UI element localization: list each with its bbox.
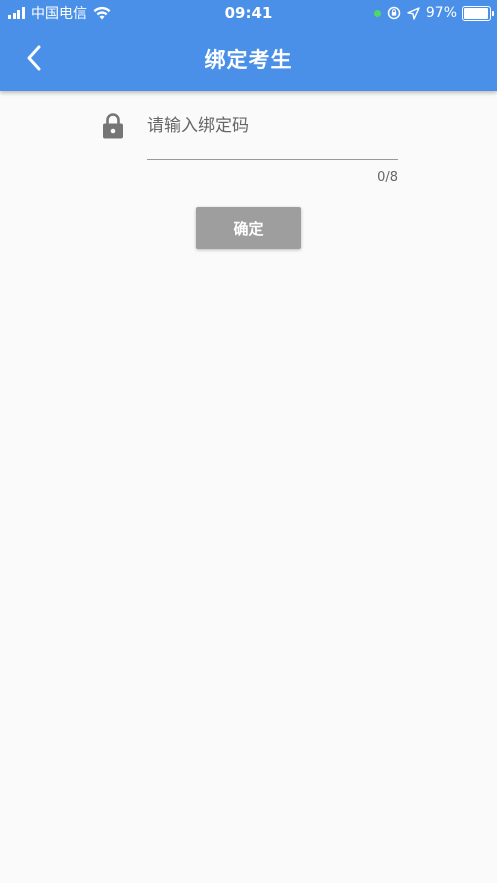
character-counter: 0/8 [377, 170, 398, 185]
battery-cap [492, 10, 494, 16]
binding-code-input[interactable] [147, 108, 398, 160]
green-dot-indicator [373, 9, 381, 17]
orientation-lock-icon [387, 6, 401, 20]
lock-icon [100, 112, 126, 140]
status-bar: 中国电信 09:41 97% [0, 0, 497, 26]
app-header: 中国电信 09:41 97% 绑定考生 [0, 0, 497, 91]
right-status-group: 97% [373, 4, 494, 22]
battery-percent: 97% [425, 5, 457, 21]
battery-icon [462, 5, 494, 21]
page-title: 绑定考生 [204, 48, 293, 72]
navigation-bar: 绑定考生 [0, 26, 497, 91]
confirm-button[interactable]: 确定 [196, 207, 301, 249]
location-icon [407, 6, 420, 20]
battery-fill [464, 7, 489, 19]
